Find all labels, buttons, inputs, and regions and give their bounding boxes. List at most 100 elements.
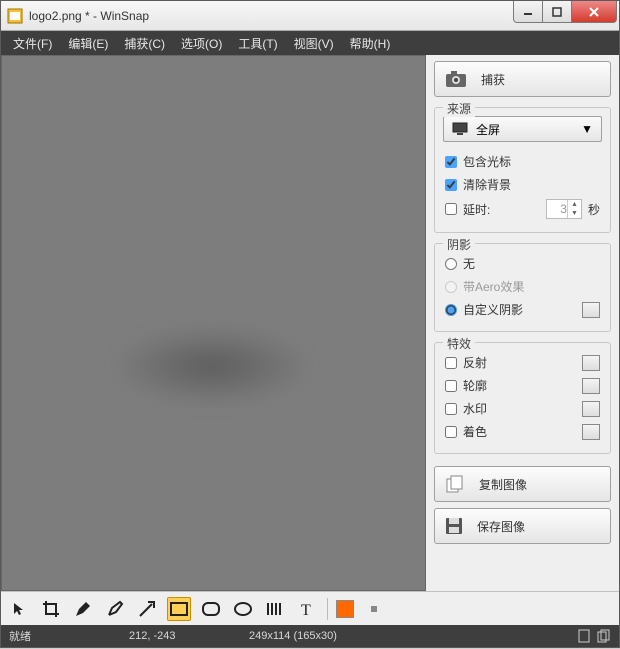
include-cursor-checkbox[interactable] xyxy=(445,156,457,168)
menu-view[interactable]: 视图(V) xyxy=(288,33,340,54)
capture-button[interactable]: 捕获 xyxy=(434,61,611,97)
menu-tools[interactable]: 工具(T) xyxy=(232,33,283,54)
tool-rectangle[interactable] xyxy=(167,597,191,621)
chevron-down-icon: ▼ xyxy=(581,122,593,136)
delay-label: 延时: xyxy=(463,201,490,218)
status-copy-icon[interactable] xyxy=(597,629,611,643)
copy-label: 复制图像 xyxy=(479,476,527,493)
menu-file[interactable]: 文件(F) xyxy=(7,33,58,54)
reflection-options-button[interactable] xyxy=(582,355,600,371)
shadow-aero-row: 带Aero效果 xyxy=(443,275,602,298)
toolbar-separator xyxy=(327,598,328,620)
tool-crop[interactable] xyxy=(39,597,63,621)
spinner-arrows-icon[interactable]: ▲▼ xyxy=(567,200,581,218)
menu-edit[interactable]: 编辑(E) xyxy=(62,33,114,54)
delay-checkbox[interactable] xyxy=(445,203,457,215)
arrow-icon xyxy=(138,600,156,618)
reflection-row[interactable]: 反射 xyxy=(443,351,602,374)
tool-text[interactable]: T xyxy=(295,597,319,621)
cursor-icon xyxy=(11,601,27,617)
menu-capture[interactable]: 捕获(C) xyxy=(118,33,171,54)
shadow-options-button[interactable] xyxy=(582,302,600,318)
outline-label: 轮廓 xyxy=(463,377,487,394)
status-ready: 就绪 xyxy=(9,628,89,644)
reflection-checkbox[interactable] xyxy=(445,357,457,369)
copy-image-button[interactable]: 复制图像 xyxy=(434,466,611,502)
colorize-checkbox[interactable] xyxy=(445,426,457,438)
toolbar: T xyxy=(1,591,619,625)
shadow-none-row[interactable]: 无 xyxy=(443,252,602,275)
colorize-options-button[interactable] xyxy=(582,424,600,440)
tool-ellipse[interactable] xyxy=(231,597,255,621)
monitor-icon xyxy=(452,122,468,136)
shadow-none-radio[interactable] xyxy=(445,258,457,270)
watermark-checkbox[interactable] xyxy=(445,403,457,415)
pen-icon xyxy=(74,600,92,618)
canvas[interactable] xyxy=(1,55,426,591)
camera-icon xyxy=(445,70,467,88)
clear-bg-row[interactable]: 清除背景 xyxy=(443,173,602,196)
source-fieldset: 来源 全屏 ▼ 包含光标 清除背景 延时: 3▲▼ 秒 xyxy=(434,107,611,233)
delay-spinner[interactable]: 3▲▼ xyxy=(546,199,582,219)
copy-icon xyxy=(445,475,465,493)
shadow-none-label: 无 xyxy=(463,255,475,272)
image-preview xyxy=(112,326,312,406)
more-icon xyxy=(369,604,379,614)
window-title: logo2.png * - WinSnap xyxy=(29,9,514,23)
clear-bg-checkbox[interactable] xyxy=(445,179,457,191)
outline-checkbox[interactable] xyxy=(445,380,457,392)
shadow-custom-label: 自定义阴影 xyxy=(463,301,523,318)
tool-pen[interactable] xyxy=(71,597,95,621)
source-mode: 全屏 xyxy=(476,121,500,138)
close-icon xyxy=(588,6,600,18)
status-dims: 249x114 (165x30) xyxy=(249,630,337,642)
minimize-button[interactable] xyxy=(513,1,543,23)
status-doc-icon[interactable] xyxy=(577,629,591,643)
menu-help[interactable]: 帮助(H) xyxy=(344,33,397,54)
tool-more[interactable] xyxy=(362,597,386,621)
save-icon xyxy=(445,517,463,535)
maximize-button[interactable] xyxy=(542,1,572,23)
shadow-custom-row[interactable]: 自定义阴影 xyxy=(443,298,602,321)
titlebar[interactable]: logo2.png * - WinSnap xyxy=(1,1,619,31)
shadow-custom-radio[interactable] xyxy=(445,304,457,316)
clear-bg-label: 清除背景 xyxy=(463,176,511,193)
tool-cursor[interactable] xyxy=(7,597,31,621)
text-icon: T xyxy=(299,601,315,617)
menu-options[interactable]: 选项(O) xyxy=(175,33,228,54)
delay-row: 延时: 3▲▼ 秒 xyxy=(443,196,602,222)
effects-legend: 特效 xyxy=(443,335,475,352)
outline-options-button[interactable] xyxy=(582,378,600,394)
ellipse-icon xyxy=(234,602,252,616)
maximize-icon xyxy=(552,7,562,17)
status-coords: 212, -243 xyxy=(129,630,209,642)
window-buttons xyxy=(514,1,617,23)
tool-highlight[interactable] xyxy=(103,597,127,621)
crop-icon xyxy=(42,600,60,618)
statusbar: 就绪 212, -243 249x114 (165x30) xyxy=(1,625,619,647)
shadow-fieldset: 阴影 无 带Aero效果 自定义阴影 xyxy=(434,243,611,332)
app-icon xyxy=(7,8,23,24)
close-button[interactable] xyxy=(571,1,617,23)
status-icons xyxy=(577,629,611,643)
save-image-button[interactable]: 保存图像 xyxy=(434,508,611,544)
watermark-label: 水印 xyxy=(463,400,487,417)
app-window: logo2.png * - WinSnap 文件(F) 编辑(E) 捕获(C) … xyxy=(0,0,620,648)
include-cursor-row[interactable]: 包含光标 xyxy=(443,150,602,173)
tool-blur[interactable] xyxy=(263,597,287,621)
delay-unit: 秒 xyxy=(588,201,600,218)
shadow-aero-radio xyxy=(445,281,457,293)
source-legend: 来源 xyxy=(443,100,475,117)
watermark-row[interactable]: 水印 xyxy=(443,397,602,420)
watermark-options-button[interactable] xyxy=(582,401,600,417)
highlight-icon xyxy=(106,600,124,618)
source-dropdown[interactable]: 全屏 ▼ xyxy=(443,116,602,142)
colorize-label: 着色 xyxy=(463,423,487,440)
color-swatch[interactable] xyxy=(336,600,354,618)
outline-row[interactable]: 轮廓 xyxy=(443,374,602,397)
colorize-row[interactable]: 着色 xyxy=(443,420,602,443)
tool-rounded-rect[interactable] xyxy=(199,597,223,621)
bottom-buttons: 复制图像 保存图像 xyxy=(434,466,611,544)
tool-arrow[interactable] xyxy=(135,597,159,621)
menubar: 文件(F) 编辑(E) 捕获(C) 选项(O) 工具(T) 视图(V) 帮助(H… xyxy=(1,31,619,55)
